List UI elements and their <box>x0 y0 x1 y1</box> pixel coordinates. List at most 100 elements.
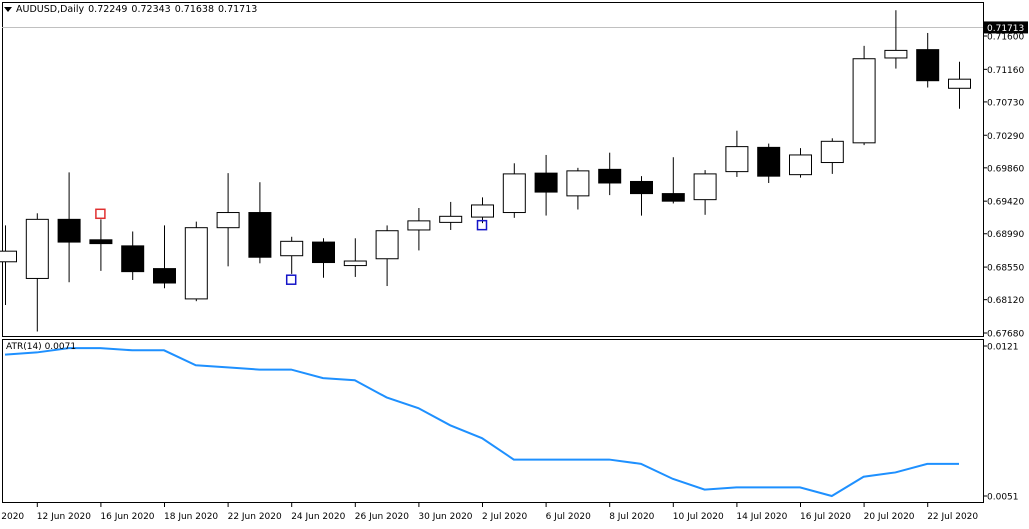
atr-line <box>4 347 959 498</box>
candle <box>375 225 399 287</box>
atr-indicator-label: ATR(14) 0.0071 <box>6 342 76 352</box>
candle <box>25 213 49 332</box>
menu-triangle-icon[interactable] <box>4 7 12 12</box>
candle <box>216 173 240 267</box>
atr-name: ATR(14) <box>6 342 42 352</box>
bull-candle-body <box>280 240 304 257</box>
bear-candle-body <box>121 245 145 273</box>
candle <box>407 207 431 251</box>
x-tick-label: 30 Jun 2020 <box>418 512 472 522</box>
bull-candle-body <box>343 260 367 267</box>
bear-candle-body <box>153 268 176 284</box>
x-tick-label: 6 Jul 2020 <box>546 512 591 522</box>
atr-y-tick-label: 0.0121 <box>987 343 1019 353</box>
candle <box>248 182 272 264</box>
candle <box>280 236 304 274</box>
bull-candle-body <box>471 204 494 218</box>
candle <box>184 221 208 302</box>
candle <box>884 10 908 69</box>
bear-candle-body <box>598 168 622 184</box>
x-tick-label: 24 Jun 2020 <box>291 512 345 522</box>
x-tick-label: 26 Jun 2020 <box>355 512 409 522</box>
x-tick-label: 18 Jun 2020 <box>164 512 218 522</box>
bull-candle-body <box>884 49 908 59</box>
candle <box>57 172 81 283</box>
y-tick-label: 0.67680 <box>987 330 1024 340</box>
x-tick-label: 22 Jun 2020 <box>228 512 282 522</box>
low-value: 0.71638 <box>174 4 215 15</box>
x-tick-label: 14 Jul 2020 <box>736 512 787 522</box>
x-tick-label: 22 Jul 2020 <box>927 512 978 522</box>
chart-window[interactable]: 0.71600 0.71160 0.70730 0.70290 0.69860 0.694… <box>0 0 1029 525</box>
candle <box>916 32 940 88</box>
candle <box>661 157 685 204</box>
chart-header: AUDUSD,Daily 0.72249 0.72343 0.71638 0.71713 <box>4 4 261 15</box>
candle <box>312 238 335 278</box>
symbol-period: AUDUSD,Daily <box>16 4 85 15</box>
price-panel-border <box>2 2 984 337</box>
y-tick-label: 0.71160 <box>987 66 1024 76</box>
candle <box>121 231 145 280</box>
y-tick-label: 0.70730 <box>987 98 1024 108</box>
y-tick-label: 0.69860 <box>987 164 1024 174</box>
high-value: 0.72343 <box>131 4 171 15</box>
candle <box>502 163 526 218</box>
open-value: 0.72249 <box>88 4 128 15</box>
x-tick-label: 10 Jul 2020 <box>673 512 724 522</box>
y-tick-label: 0.69420 <box>987 198 1024 208</box>
y-tick-label: 0.68120 <box>987 296 1024 306</box>
bull-candle-body <box>184 227 208 300</box>
current-price-tag-label: 0.71713 <box>987 24 1024 34</box>
bull-candle-body <box>216 212 240 229</box>
bull-candle-body <box>789 154 812 176</box>
bear-candle-body <box>661 193 685 202</box>
bull-candle-body <box>566 170 590 197</box>
chart-frame <box>2 2 984 503</box>
bull-candle-body <box>948 78 971 89</box>
atr-panel-border <box>2 339 984 503</box>
bear-candle-body <box>916 49 940 82</box>
y-tick-label: 0.70290 <box>987 132 1024 142</box>
x-tick-label: 8 Jul 2020 <box>609 512 654 522</box>
bull-candle-body <box>820 140 844 164</box>
bear-candle-body <box>534 172 558 193</box>
x-tick-label: 2 Jul 2020 <box>482 512 527 522</box>
candle <box>820 138 844 174</box>
bull-candle-body <box>0 250 17 263</box>
candle <box>948 61 971 109</box>
bear-candle-body <box>757 146 781 177</box>
bull-candle-body <box>693 173 717 201</box>
candle <box>153 225 176 289</box>
candle <box>630 176 653 216</box>
candle <box>534 154 558 216</box>
candle <box>725 130 749 177</box>
candle <box>693 170 717 215</box>
candle <box>789 148 812 178</box>
atr-value: 0.0071 <box>44 342 77 352</box>
bear-candle-body <box>630 180 653 195</box>
close-value: 0.71713 <box>218 4 258 15</box>
bear-candle-body <box>89 239 113 245</box>
bull-candle-body <box>25 218 49 279</box>
y-tick-label: 0.68550 <box>987 264 1024 274</box>
candle <box>566 167 590 210</box>
candle <box>757 143 781 183</box>
price-panel <box>0 10 971 332</box>
candle <box>89 219 113 271</box>
bull-candle-body <box>375 230 399 260</box>
candle <box>598 152 622 196</box>
x-tick-label: 16 Jun 2020 <box>100 512 154 522</box>
candle <box>471 197 494 224</box>
atr-y-tick-label: 0.0051 <box>987 493 1019 503</box>
bull-candle-body <box>852 58 876 144</box>
y-tick-label: 0.68990 <box>987 230 1024 240</box>
fractal-down-marker <box>285 274 297 285</box>
chart-canvas[interactable]: 0.71600 0.71160 0.70730 0.70290 0.69860 0.694… <box>0 0 1029 525</box>
x-tick-label: 24 Jul 2020 <box>0 512 24 522</box>
atr-panel <box>4 347 959 498</box>
bull-candle-body <box>725 146 749 173</box>
bull-candle-body <box>439 215 463 223</box>
bear-candle-body <box>57 218 81 243</box>
y-tick-label: 0.71600 <box>987 33 1024 43</box>
bull-candle-body <box>407 220 431 231</box>
